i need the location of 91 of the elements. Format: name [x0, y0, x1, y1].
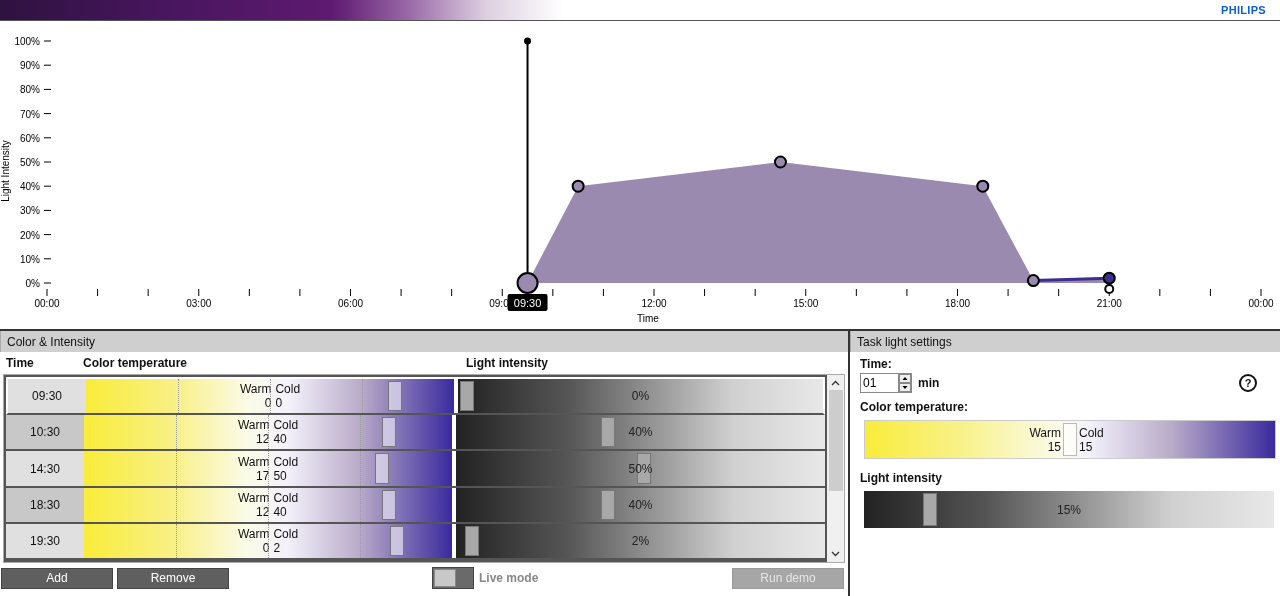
time-cell: 19:30 — [6, 523, 84, 558]
x-tick-label: 18:00 — [945, 298, 970, 309]
color-temperature-slider[interactable]: Warm 17 Cold 50 — [84, 451, 452, 486]
y-tick-label: 30% — [20, 205, 40, 217]
time-cell: 14:30 — [6, 451, 84, 486]
x-tick-label: 00:00 — [34, 298, 60, 309]
y-tick-label: 70% — [20, 108, 40, 120]
light-intensity-slider[interactable]: 40% — [456, 487, 826, 522]
light-intensity-slider[interactable]: 2% — [456, 523, 826, 558]
remove-button[interactable]: Remove — [117, 567, 229, 589]
intensity-value: 40% — [628, 425, 653, 440]
cold-value: Cold 40 — [273, 418, 299, 447]
y-tick-label: 20% — [20, 229, 40, 241]
warm-value: Warm 15 — [1028, 425, 1062, 454]
slider-thumb[interactable] — [1063, 423, 1077, 456]
cold-value: Cold 40 — [273, 490, 299, 519]
column-header: Light intensity — [466, 356, 548, 370]
axis-title: Time — [637, 313, 659, 324]
intensity-value: 50% — [628, 461, 653, 476]
add-button[interactable]: Add — [1, 567, 113, 589]
cursor-line[interactable] — [524, 37, 532, 273]
unit-label: min — [918, 376, 940, 390]
decrement-icon[interactable] — [899, 383, 911, 392]
help-button[interactable]: ? — [1239, 374, 1257, 392]
slider-thumb[interactable] — [382, 489, 397, 520]
y-tick-label: 80% — [20, 84, 40, 96]
y-tick-label: 0% — [25, 278, 40, 289]
field-label: Time: — [860, 357, 893, 371]
axis-title: Light Intensity — [0, 140, 11, 202]
y-tick-label: 10% — [20, 253, 40, 265]
scroll-up-icon[interactable] — [831, 380, 841, 386]
data-point[interactable] — [571, 179, 585, 193]
x-tick-label: 09:0 — [489, 298, 509, 309]
data-point[interactable] — [1102, 271, 1116, 285]
light-intensity-slider[interactable]: 0% — [458, 379, 824, 414]
slider-thumb[interactable] — [382, 417, 397, 448]
panel-title: Color & Intensity — [7, 334, 96, 349]
slider-thumb[interactable] — [388, 381, 403, 412]
y-tick-label: 90% — [20, 60, 40, 72]
column-header: Color temperature — [83, 356, 189, 370]
intensity-value: 0% — [631, 389, 650, 404]
y-tick-label: 100% — [14, 36, 40, 47]
cold-value: Cold 15 — [1078, 425, 1105, 454]
slider-thumb[interactable] — [922, 493, 937, 526]
x-tick-label: 21:00 — [1096, 298, 1122, 309]
scroll-down-icon[interactable] — [831, 551, 841, 557]
brand-logo: PHILIPS — [1221, 4, 1266, 16]
data-point[interactable] — [976, 179, 990, 193]
x-tick-label: 06:00 — [338, 298, 363, 309]
end-marker[interactable] — [1104, 284, 1115, 294]
schedule-row[interactable]: 14:30 Warm 17 Cold 50 50% — [6, 451, 826, 488]
increment-icon[interactable] — [899, 374, 911, 383]
scrollbar[interactable] — [827, 375, 844, 562]
color-temperature-slider[interactable]: Warm 15 Cold 15 — [864, 420, 1276, 459]
live-mode-toggle[interactable] — [432, 567, 474, 589]
intensity-value: 40% — [628, 497, 653, 512]
slider-thumb[interactable] — [601, 489, 616, 520]
cold-value: Cold 0 — [275, 382, 301, 411]
cold-value: Cold 2 — [273, 526, 299, 555]
cold-value: Cold 50 — [273, 454, 299, 483]
x-tick-label: 03:00 — [186, 298, 212, 309]
minutes-field[interactable]: 01 — [860, 373, 899, 393]
intensity-value: 15% — [1057, 502, 1081, 517]
data-point[interactable] — [1026, 274, 1040, 288]
slider-thumb[interactable] — [375, 453, 390, 484]
intensity-value: 2% — [631, 533, 650, 548]
warm-value: Warm 17 — [237, 454, 270, 483]
y-tick-label: 40% — [20, 181, 40, 193]
time-tooltip: 09:30 — [507, 294, 548, 311]
panel-title: Task light settings — [857, 334, 952, 349]
y-tick-label: 50% — [20, 157, 40, 168]
field-label: Color temperature: — [860, 400, 970, 414]
y-tick-label: 60% — [20, 132, 40, 144]
field-label: Light intensity — [860, 471, 943, 485]
x-tick-label: 15:00 — [793, 298, 819, 309]
x-tick-label: 12:00 — [641, 298, 667, 309]
time-cell: 18:30 — [6, 487, 84, 522]
light-intensity-slider[interactable]: 50% — [456, 451, 826, 486]
light-intensity-slider[interactable]: 40% — [456, 415, 826, 450]
time-cell: 10:30 — [6, 415, 84, 450]
column-header: Time — [6, 356, 35, 370]
x-tick-label: 00:00 — [1248, 298, 1274, 309]
slider-thumb[interactable] — [601, 417, 616, 448]
time-cell: 09:30 — [8, 379, 86, 414]
slider-thumb[interactable] — [465, 525, 480, 556]
toggle-label: Live mode — [479, 571, 539, 585]
data-point[interactable] — [516, 272, 539, 294]
slider-thumb[interactable] — [389, 525, 404, 556]
slider-thumb[interactable] — [460, 381, 474, 412]
light-intensity-slider[interactable]: 15% — [864, 491, 1274, 528]
data-point[interactable] — [773, 155, 787, 169]
